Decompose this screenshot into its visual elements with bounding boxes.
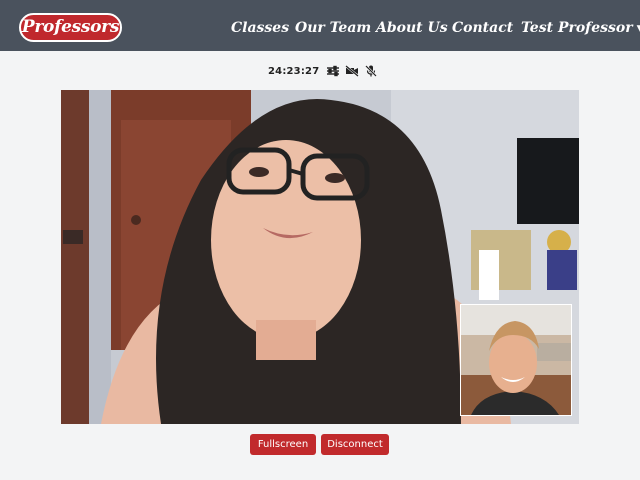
disconnect-button[interactable]: Disconnect — [321, 434, 389, 455]
brand-logo[interactable]: Professors — [19, 13, 122, 42]
camera-off-icon[interactable] — [345, 65, 360, 77]
mic-off-icon[interactable] — [364, 65, 378, 77]
nav-link-our-team[interactable]: Our Team — [295, 17, 371, 39]
nav-link-classes[interactable]: Classes — [231, 17, 289, 39]
local-video-pip[interactable] — [460, 304, 572, 416]
call-timer: 24:23:27 — [268, 65, 320, 77]
nav-link-contact[interactable]: Contact — [452, 17, 513, 39]
local-video-frame — [461, 305, 571, 415]
caret-down-icon: ▼ — [637, 18, 640, 40]
user-menu-label: Test Professor — [521, 20, 633, 36]
nav-link-about-us[interactable]: About Us — [376, 17, 448, 39]
user-menu[interactable]: Test Professor▼ — [521, 17, 640, 39]
fullscreen-button[interactable]: Fullscreen — [250, 434, 316, 455]
call-controls: 24:23:27 — [268, 63, 383, 79]
top-navbar: Professors Classes Our Team About Us Con… — [0, 0, 640, 51]
settings-sliders-icon[interactable] — [326, 65, 340, 77]
